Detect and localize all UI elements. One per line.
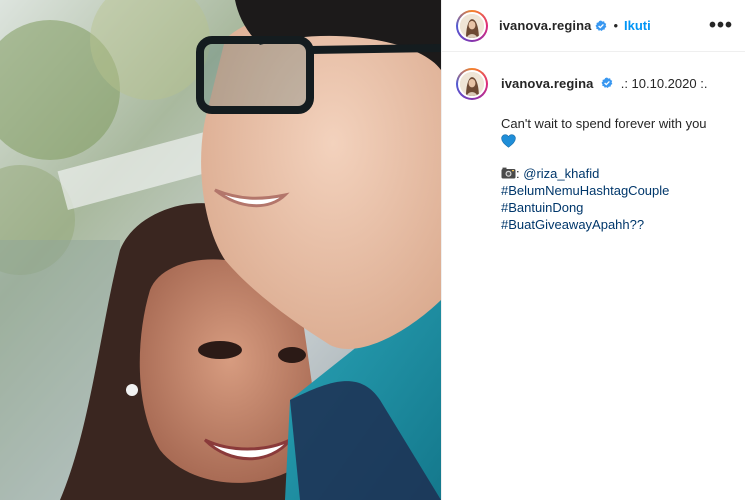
couple-photo-illustration <box>0 0 441 500</box>
caption-body: ivanova.regina .: 10.10.2020 :. Can't wa… <box>501 68 731 233</box>
more-options-icon[interactable]: ••• <box>709 14 733 37</box>
avatar-image <box>458 11 486 40</box>
avatar-image <box>458 70 486 98</box>
hashtag-link[interactable]: #BelumNemuHashtagCouple <box>501 182 731 199</box>
header-username[interactable]: ivanova.regina <box>499 18 591 33</box>
blue-heart-icon <box>501 134 516 148</box>
post-sidebar: ivanova.regina • Ikuti ••• ivanova.regin… <box>441 0 745 500</box>
separator-dot: • <box>613 18 619 33</box>
post-modal: ivanova.regina • Ikuti ••• ivanova.regin… <box>0 0 745 500</box>
verified-badge-icon <box>601 77 613 88</box>
caption-text: Can't wait to spend forever with you <box>501 116 707 131</box>
camera-icon <box>501 167 516 179</box>
follow-button[interactable]: Ikuti <box>624 18 651 33</box>
verified-badge-icon <box>595 20 607 31</box>
caption-avatar[interactable] <box>456 68 488 100</box>
post-photo[interactable] <box>0 0 441 500</box>
credit-handle-link[interactable]: @riza_khafid <box>523 166 599 181</box>
caption-first-line: ivanova.regina .: 10.10.2020 :. <box>501 75 731 92</box>
photo-credit: : @riza_khafid <box>501 165 731 182</box>
credit-prefix: : <box>516 166 520 181</box>
post-header: ivanova.regina • Ikuti ••• <box>442 0 745 52</box>
hashtag-link[interactable]: #BantuinDong <box>501 199 731 216</box>
caption-comment: ivanova.regina .: 10.10.2020 :. Can't wa… <box>442 52 745 233</box>
hashtag-link[interactable]: #BuatGiveawayApahh?? <box>501 216 731 233</box>
caption-username[interactable]: ivanova.regina <box>501 76 593 91</box>
caption-date-text: .: 10.10.2020 :. <box>620 76 708 91</box>
header-avatar[interactable] <box>456 9 488 42</box>
